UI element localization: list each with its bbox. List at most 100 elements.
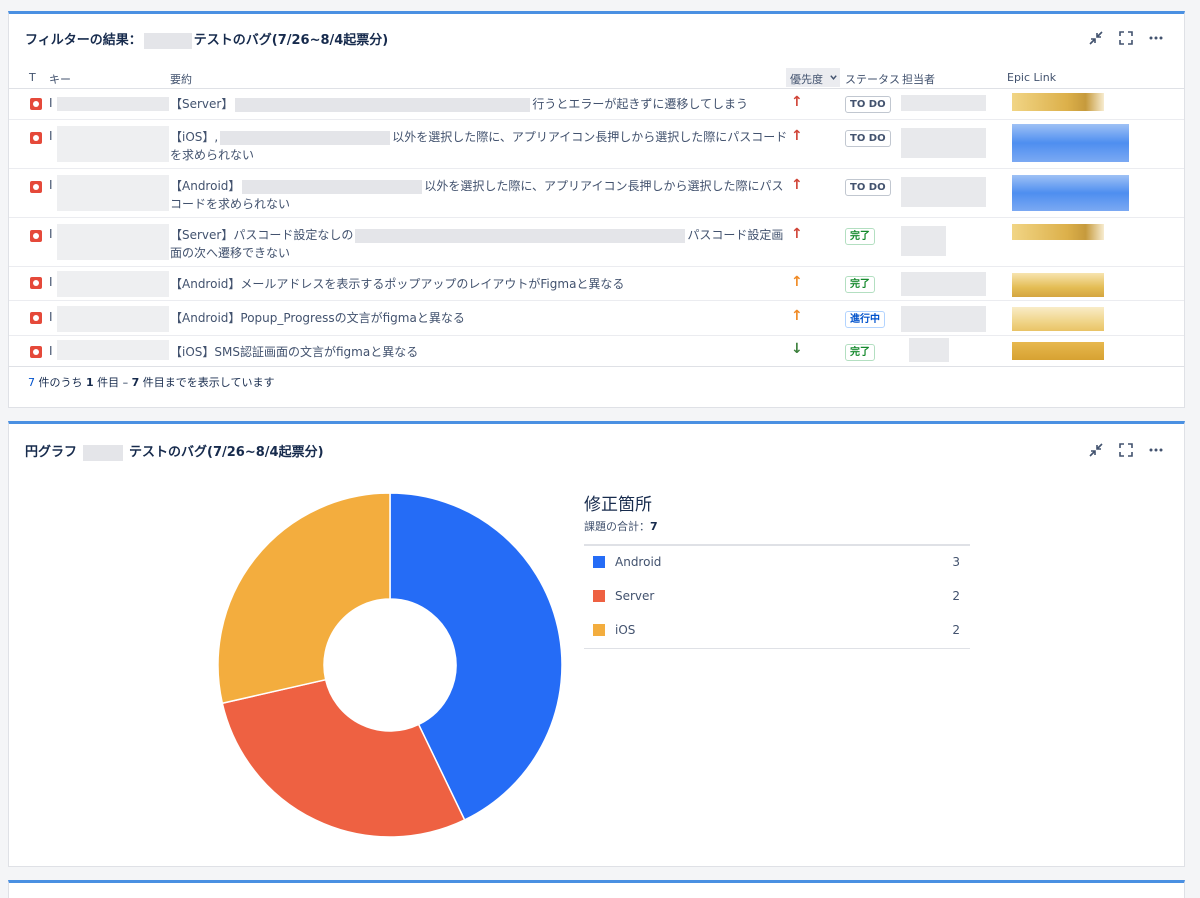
epic-link-label[interactable] (1012, 93, 1104, 111)
pie-title-prefix: 円グラフ (25, 445, 78, 460)
bug-icon (30, 277, 42, 289)
donut-chart[interactable] (204, 479, 576, 851)
legend-value: 2 (952, 623, 960, 637)
redacted-key (57, 126, 169, 162)
more-icon[interactable] (1148, 30, 1164, 46)
filter-results-gadget: フィルターの結果： テストのバグ(7/26~8/4起票分) T キー 要約 優先度… (8, 11, 1185, 408)
issue-summary[interactable]: 【iOS】, 以外を選択した際に、アプリアイコン長押しから選択した際にパスコードを… (170, 128, 788, 164)
filter-title-prefix: フィルターの結果： (25, 33, 142, 48)
filter-title-suffix: テストのバグ(7/26~8/4起票分) (193, 33, 389, 48)
table-footer-divider (9, 366, 1184, 367)
issue-summary[interactable]: 【iOS】SMS認証画面の文言がfigmaと異なる (170, 343, 788, 361)
issue-key[interactable]: I (49, 275, 57, 289)
table-row[interactable]: I 【iOS】SMS認証画面の文言がfigmaと異なる ↓ 完了 (9, 336, 1184, 366)
redacted-project-name (83, 444, 124, 461)
pager-text: 件のうち (35, 376, 86, 389)
status-badge: TO DO (845, 179, 891, 196)
legend-item-android[interactable]: Android 3 (584, 546, 970, 580)
col-status[interactable]: ステータス (845, 71, 900, 87)
epic-link-label[interactable] (1012, 273, 1104, 297)
table-row[interactable]: I 【Server】パスコード設定なしの パスコード設定画面の次へ遷移できない ↑… (9, 218, 1184, 267)
redacted-assignee (901, 226, 946, 256)
legend-total-value: 7 (650, 520, 658, 533)
status-badge: TO DO (845, 96, 891, 113)
status-badge: 完了 (845, 276, 875, 293)
issue-summary[interactable]: 【Android】 以外を選択した際に、アプリアイコン長押しから選択した際にパスコ… (170, 177, 788, 213)
minimize-icon[interactable] (1088, 30, 1104, 46)
pagination-summary: 7 件のうち 1 件目 – 7 件目までを表示しています (28, 374, 274, 390)
epic-link-label[interactable] (1012, 224, 1104, 240)
legend-total-label: 課題の合計： (584, 520, 650, 533)
status-badge: 完了 (845, 344, 875, 361)
pager-text: 件目 – (93, 376, 132, 389)
legend-item-ios[interactable]: iOS 2 (584, 614, 970, 648)
legend-swatch (593, 590, 605, 602)
legend-total: 課題の合計：7 (584, 518, 970, 534)
redacted-assignee (901, 95, 986, 111)
col-key[interactable]: キー (49, 71, 71, 87)
issue-summary[interactable]: 【Android】メールアドレスを表示するポップアップのレイアウトがFigmaと… (170, 275, 788, 293)
pie-slice-ios[interactable] (217, 492, 391, 705)
maximize-icon[interactable] (1118, 30, 1134, 46)
issue-key[interactable]: I (49, 310, 57, 324)
maximize-icon[interactable] (1118, 442, 1134, 458)
priority-high-icon: ↑ (791, 177, 803, 193)
more-icon[interactable] (1148, 442, 1164, 458)
bug-icon (30, 132, 42, 144)
issue-summary[interactable]: 【Android】Popup_Progressの文言がfigmaと異なる (170, 309, 788, 327)
epic-link-label[interactable] (1012, 307, 1104, 331)
legend-value: 2 (952, 589, 960, 603)
bug-icon (30, 346, 42, 358)
redacted-assignee (901, 128, 986, 158)
epic-link-label[interactable] (1012, 175, 1129, 211)
col-summary[interactable]: 要約 (170, 71, 192, 87)
issue-key[interactable]: I (49, 96, 57, 110)
issue-key[interactable]: I (49, 227, 57, 241)
priority-low-icon: ↓ (791, 341, 803, 357)
epic-link-label[interactable] (1012, 342, 1104, 360)
redacted-text (355, 228, 686, 243)
redacted-text (220, 130, 391, 145)
table-row[interactable]: I 【iOS】, 以外を選択した際に、アプリアイコン長押しから選択した際にパスコー… (9, 120, 1184, 169)
bug-icon (30, 230, 42, 242)
pie-title-suffix: テストのバグ(7/26~8/4起票分) (129, 445, 324, 460)
legend-table: Android 3 Server 2 iOS 2 (584, 544, 970, 649)
chart-legend: 修正箇所 課題の合計：7 Android 3 Server 2 iOS 2 (584, 490, 970, 649)
pager-total-link[interactable]: 7 (28, 376, 35, 389)
epic-link-label[interactable] (1012, 124, 1129, 162)
issue-key[interactable]: I (49, 129, 57, 143)
legend-label: iOS (615, 623, 636, 637)
col-assignee[interactable]: 担当者 (902, 71, 935, 87)
sort-chevron-icon[interactable] (829, 72, 838, 85)
pager-text: 件目までを表示しています (139, 376, 275, 389)
pie-slice-server[interactable] (221, 678, 466, 838)
issue-summary[interactable]: 【Server】パスコード設定なしの パスコード設定画面の次へ遷移できない (170, 226, 788, 262)
legend-swatch (593, 624, 605, 636)
minimize-icon[interactable] (1088, 442, 1104, 458)
issue-key[interactable]: I (49, 178, 57, 192)
pie-gadget-controls (1088, 442, 1164, 458)
pager-from: 1 (86, 376, 94, 389)
redacted-text (242, 179, 423, 194)
legend-item-server[interactable]: Server 2 (584, 580, 970, 614)
redacted-project-name (143, 32, 192, 49)
redacted-assignee (901, 272, 986, 296)
col-type[interactable]: T (29, 71, 36, 84)
table-row[interactable]: I 【Android】Popup_Progressの文言がfigmaと異なる ↑… (9, 301, 1184, 336)
col-priority[interactable]: 優先度 (790, 71, 823, 87)
table-row[interactable]: I 【Server】 行うとエラーが起きずに遷移してしまう ↑ TO DO (9, 89, 1184, 120)
redacted-assignee (909, 338, 949, 362)
redacted-key (57, 306, 169, 332)
filter-gadget-title: フィルターの結果： テストのバグ(7/26~8/4起票分) (25, 29, 388, 49)
redacted-key (57, 175, 169, 211)
table-row[interactable]: I 【Android】 以外を選択した際に、アプリアイコン長押しから選択した際にパ… (9, 169, 1184, 218)
col-epic-link[interactable]: Epic Link (1007, 71, 1056, 84)
table-row[interactable]: I 【Android】メールアドレスを表示するポップアップのレイアウトがFigm… (9, 267, 1184, 301)
redacted-key (57, 271, 169, 297)
legend-value: 3 (952, 555, 960, 569)
bug-icon (30, 98, 42, 110)
issue-summary[interactable]: 【Server】 行うとエラーが起きずに遷移してしまう (170, 95, 788, 113)
issue-key[interactable]: I (49, 344, 57, 358)
status-badge: 進行中 (845, 311, 885, 328)
filter-gadget-controls (1088, 30, 1164, 46)
